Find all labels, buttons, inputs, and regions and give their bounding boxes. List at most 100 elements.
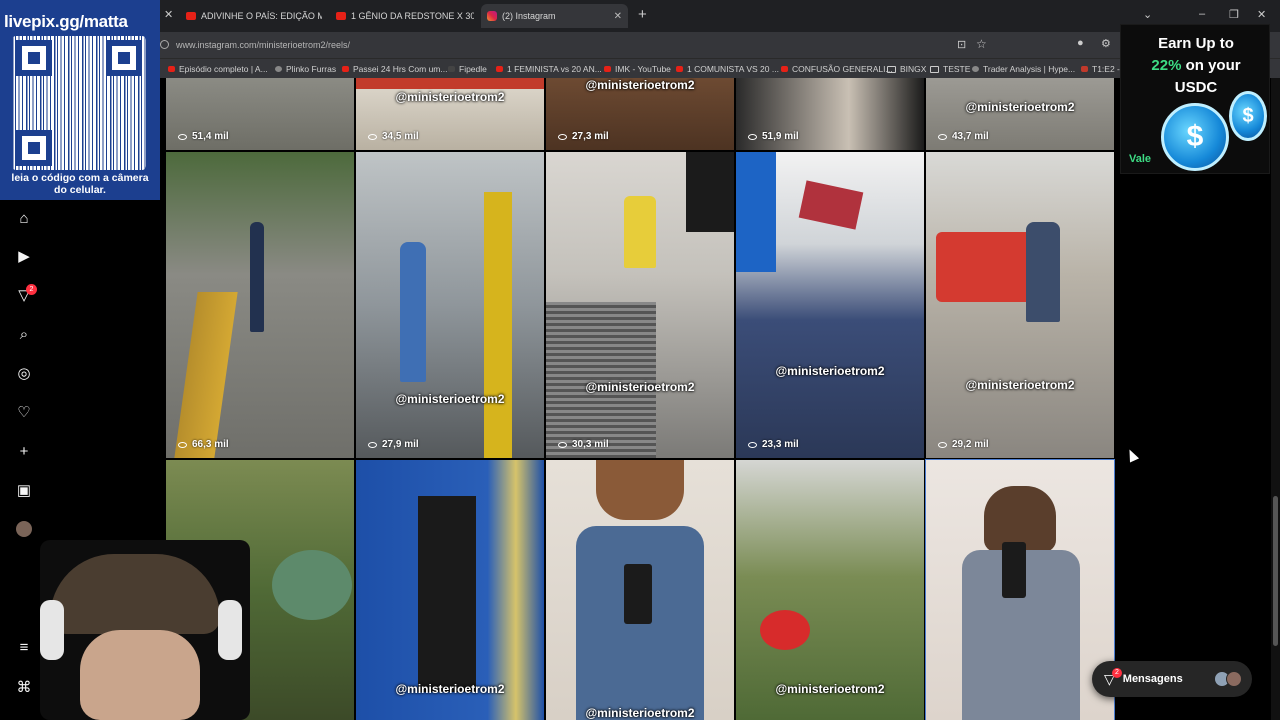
view-count: 34,5 mil xyxy=(368,131,419,142)
folder-icon xyxy=(930,65,939,73)
puzzle-icon[interactable]: ⚙ xyxy=(1101,37,1111,50)
red-flowers xyxy=(760,610,810,650)
bookmark-folder[interactable]: BINGX xyxy=(887,64,926,74)
youtube-icon xyxy=(604,66,611,72)
person-figure xyxy=(1026,222,1060,322)
install-app-icon[interactable]: ⊡ xyxy=(957,38,966,51)
qr-finder xyxy=(106,40,142,76)
qr-finder xyxy=(16,130,52,166)
menu-icon[interactable]: ≡ xyxy=(15,638,33,656)
bookmark-item[interactable]: Passei 24 Hrs Com um... xyxy=(342,64,447,74)
create-icon[interactable]: + xyxy=(15,442,33,460)
new-tab-button[interactable]: + xyxy=(638,6,647,23)
view-count: 43,7 mil xyxy=(938,131,989,142)
watermark: @ministerioetrom2 xyxy=(585,380,695,394)
reel-tile[interactable]: @ministerioetrom2 23,3 mil xyxy=(736,152,924,458)
hair xyxy=(596,460,684,520)
reel-tile[interactable]: @ministerioetrom2 xyxy=(546,460,734,720)
close-window-icon[interactable]: ✕ xyxy=(1257,8,1266,21)
page-scrollbar[interactable] xyxy=(1271,78,1280,720)
reel-tile[interactable]: @ministerioetrom2 34,5 mil xyxy=(356,78,544,150)
minimize-icon[interactable]: – xyxy=(1199,8,1205,20)
site-icon xyxy=(1081,66,1088,72)
reel-tile[interactable]: @ministerioetrom2 xyxy=(356,460,544,720)
watermark: @ministerioetrom2 xyxy=(965,378,1075,392)
messages-label: Mensagens xyxy=(1122,673,1183,685)
eye-icon xyxy=(558,441,567,448)
explore-icon[interactable]: ◎ xyxy=(15,364,33,382)
usdc-ad[interactable]: Earn Up to 22% on your USDC $ $ Vale xyxy=(1120,24,1270,174)
face xyxy=(80,630,200,720)
bookmark-item[interactable]: 1 FEMINISTA vs 20 AN... xyxy=(496,64,602,74)
globe-icon xyxy=(972,66,979,72)
bookmark-item[interactable]: Plinko Furras xyxy=(275,64,336,74)
view-count: 29,2 mil xyxy=(938,439,989,450)
reel-tile[interactable]: 51,9 mil xyxy=(736,78,924,150)
webcam-overlay xyxy=(40,540,250,720)
reel-tile[interactable]: @ministerioetrom2 27,9 mil xyxy=(356,152,544,458)
messages-button[interactable]: ▽ 2 Mensagens xyxy=(1092,661,1252,697)
bookmark-item[interactable]: T1:E2 - xyxy=(1081,64,1120,74)
close-icon[interactable]: ✕ xyxy=(614,11,622,22)
eye-icon xyxy=(368,441,377,448)
doorway xyxy=(418,496,476,692)
view-count: 23,3 mil xyxy=(748,439,799,450)
bookmark-star-icon[interactable]: ☆ xyxy=(976,37,987,51)
browser-tab[interactable]: 1 GÊNIO DA REDSTONE X 30 N ✕ xyxy=(336,4,474,28)
home-icon[interactable]: ⌂ xyxy=(15,209,33,227)
reels-icon[interactable]: ▶ xyxy=(15,247,33,265)
reel-tile-hovered[interactable] xyxy=(925,459,1115,720)
qr-caption: leia o código com a câmera do celular. xyxy=(11,172,149,196)
tv-screen xyxy=(686,152,734,232)
dashboard-icon[interactable]: ▣ xyxy=(15,481,33,499)
watermark: @ministerioetrom2 xyxy=(775,364,885,378)
url-field[interactable]: www.instagram.com/ministerioetrom2/reels… xyxy=(176,40,350,50)
flag xyxy=(798,180,864,230)
eye-icon xyxy=(938,441,947,448)
view-count: 27,3 mil xyxy=(558,131,609,142)
qr-title: livepix.gg/matta xyxy=(4,12,128,31)
youtube-icon xyxy=(676,66,683,72)
bookmark-item[interactable]: CONFUSÃO GENERALI... xyxy=(781,64,893,74)
view-count: 51,9 mil xyxy=(748,131,799,142)
globe-icon xyxy=(275,66,282,72)
reel-tile[interactable]: @ministerioetrom2 29,2 mil xyxy=(926,152,1114,458)
qr-code xyxy=(12,36,146,170)
browser-tab-active[interactable]: (2) Instagram ✕ xyxy=(481,4,628,28)
reel-tile[interactable]: @ministerioetrom2 27,3 mil xyxy=(546,78,734,150)
bookmark-item[interactable]: Episódio completo | A... xyxy=(168,64,268,74)
reel-tile[interactable]: 66,3 mil xyxy=(166,152,354,458)
scrollbar-thumb[interactable] xyxy=(1273,496,1278,646)
phone xyxy=(624,564,652,624)
reel-tile[interactable]: @ministerioetrom2 xyxy=(736,460,924,720)
extension-icon[interactable]: ● xyxy=(1077,37,1084,49)
profile-avatar[interactable] xyxy=(15,520,33,538)
site-info-icon[interactable] xyxy=(160,40,169,49)
bookmark-item[interactable]: IMK - YouTube xyxy=(604,64,671,74)
bookmark-folder[interactable]: TESTE xyxy=(930,64,970,74)
watermark: @ministerioetrom2 xyxy=(395,90,505,104)
bookmark-item[interactable]: Fipedle xyxy=(448,64,487,74)
watermark: @ministerioetrom2 xyxy=(585,78,695,92)
bookmark-item[interactable]: 1 COMUNISTA VS 20 ... xyxy=(676,64,779,74)
restore-icon[interactable]: ❐ xyxy=(1229,8,1239,21)
close-tab-icon[interactable]: ✕ xyxy=(164,8,173,21)
youtube-icon xyxy=(342,66,349,72)
mouse-cursor xyxy=(1124,447,1140,463)
bookmark-item[interactable]: Trader Analysis | Hype... xyxy=(972,64,1075,74)
cap xyxy=(50,554,220,634)
browser-tab[interactable]: ADIVINHE O PAÍS: EDIÇÃO MU ✕ xyxy=(186,4,322,28)
phone xyxy=(1002,542,1026,598)
browser-tab-bar: ✕ ADIVINHE O PAÍS: EDIÇÃO MU ✕ 1 GÊNIO D… xyxy=(0,0,1280,32)
red-chairs xyxy=(936,232,1036,302)
reel-tile[interactable]: @ministerioetrom2 30,3 mil xyxy=(546,152,734,458)
reel-tile[interactable]: 51,4 mil xyxy=(166,78,354,150)
search-icon[interactable]: ⌕ xyxy=(15,325,33,343)
tab-title: 1 GÊNIO DA REDSTONE X 30 N xyxy=(351,11,474,21)
apps-icon[interactable]: ⌘ xyxy=(15,678,33,696)
view-count: 51,4 mil xyxy=(178,131,229,142)
usdc-coin-icon: $ xyxy=(1161,103,1229,171)
chevron-down-icon[interactable]: ⌄ xyxy=(1143,8,1152,21)
heart-icon[interactable]: ♡ xyxy=(15,403,33,421)
reel-tile[interactable]: @ministerioetrom2 43,7 mil xyxy=(926,78,1114,150)
